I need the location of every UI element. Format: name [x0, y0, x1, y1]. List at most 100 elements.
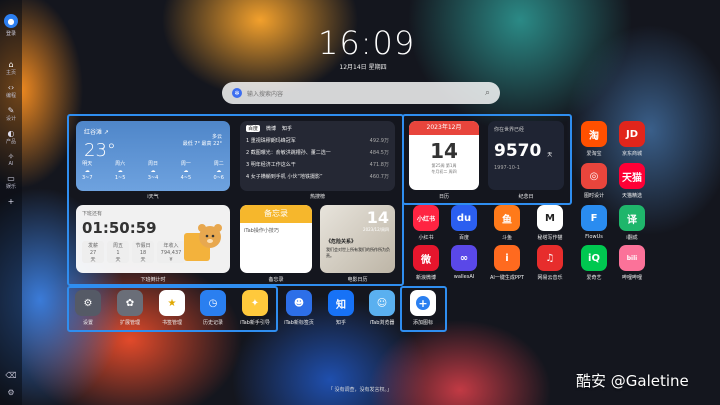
sidebar-item-label: 产品 [5, 139, 16, 145]
movie-calendar-widget[interactable]: 14 2023/12/周四 《危险关系》 我们会对世上所有我们的所作所为负责。 [320, 205, 395, 273]
search-icon[interactable]: ⌕ [485, 88, 490, 98]
app-taobao[interactable]: 淘爱淘宝 [575, 121, 613, 157]
app-add[interactable]: + 添加图标 [404, 290, 442, 326]
hot-item[interactable]: 1 重视珠穆朗玛峰冠军 492.9万 [246, 135, 389, 147]
app-star[interactable]: ★ 书签管理 [153, 290, 191, 326]
bear-mascot-icon [184, 224, 222, 261]
app-xiaohongshu[interactable]: 小红书 小红书 [407, 205, 445, 241]
app-tushi[interactable]: ◎ 图时设计 [575, 163, 613, 199]
app-itab-browser[interactable]: ☺ iTab浏览器 [363, 290, 401, 326]
add-category-button[interactable]: + [6, 196, 16, 206]
app-netease[interactable]: ♫ 网易云音乐 [531, 245, 569, 281]
tab-baidu[interactable]: 百度 [246, 125, 261, 132]
app-ppt[interactable]: i AI一键生成PPT [488, 245, 526, 281]
movie-day: 14 [366, 208, 389, 227]
fanyi-icon: 译 [619, 205, 645, 231]
search-bar[interactable]: ✻ 输入搜索内容 ⌕ [222, 82, 500, 104]
zhihu-icon: 知 [328, 290, 354, 316]
app-itab[interactable]: ☻ iTab新标签页 [280, 290, 318, 326]
search-engine-icon[interactable]: ✻ [232, 88, 242, 98]
movie-title: 《危险关系》 [326, 239, 357, 245]
sidebar-item-design[interactable]: ✎ 设计 [5, 105, 16, 123]
bilibili-icon: bili [619, 245, 645, 271]
weather-widget[interactable]: 红谷滩 ↗ 23° 多云 最低 7° 最高 22° 明天 ☁ 3~7 周六 ☁ 1~5 … [76, 121, 230, 191]
gear-icon: ⚙ [75, 290, 101, 316]
app-iqiyi[interactable]: iQ 爱奇艺 [575, 245, 613, 281]
app-label: 扩展管理 [119, 320, 140, 326]
hot-item[interactable]: 4 女子横躺到手机 小伙“地铁摄影” 460.7万 [246, 171, 389, 183]
app-label: wallesAI [453, 274, 475, 280]
forecast-day: 周六 ☁ 1~5 [114, 161, 126, 181]
ppt-icon: i [494, 245, 520, 271]
tushi-icon: ◎ [581, 163, 607, 189]
sidebar-item-product[interactable]: ◐ 产品 [5, 128, 16, 146]
clock-icon: ◷ [200, 290, 226, 316]
app-jd[interactable]: JD 京东商城 [613, 121, 651, 157]
calendar-label: 日历 [438, 194, 449, 200]
avatar[interactable]: ● [4, 14, 18, 28]
memo-body: iTab操作小技巧 [244, 228, 279, 234]
app-label: 历史记录 [202, 320, 223, 326]
app-label: 图时设计 [583, 193, 604, 199]
hot-item[interactable]: 3 明年经济工作这么干 471.8万 [246, 159, 389, 171]
tmall-icon: 天猫 [619, 163, 645, 189]
sidebar-item-entertainment[interactable]: ▭ 娱乐 [6, 173, 16, 191]
timer-cell: 节假日 18 天 [132, 241, 154, 263]
hot-search-widget[interactable]: 百度 微博 知乎 1 重视珠穆朗玛峰冠军 492.9万 2 截图曝光：俞敏洪跳槽孙… [240, 121, 395, 191]
search-input[interactable]: 输入搜索内容 [247, 89, 485, 98]
app-zhihu[interactable]: 知知乎 [322, 290, 360, 326]
app-label: 书签管理 [161, 320, 182, 326]
anniversary-widget[interactable]: 你在世界已经 9570 天 1997-10-1 [488, 121, 564, 190]
app-fanyi[interactable]: 译 i翻成 [613, 205, 651, 241]
app-label: 京东商城 [621, 151, 642, 157]
flowus-icon: F [581, 205, 607, 231]
trash-icon[interactable]: ⌫ [5, 371, 16, 380]
app-label: iTab浏览器 [369, 320, 395, 326]
watermark: 酷安 @Galetine [576, 372, 689, 390]
entertainment-icon: ▭ [7, 173, 15, 183]
timer-cell: 发薪 27 天 [82, 241, 104, 263]
sidebar-item-home[interactable]: ⌂ 主页 [5, 59, 16, 77]
timer-cell: 周五 1 天 [107, 241, 129, 263]
app-flowus[interactable]: F FlowUs [575, 205, 613, 240]
timer-title: 下班还有 [82, 211, 103, 217]
itab-browser-icon: ☺ [369, 290, 395, 316]
app-label: 哔哩哔哩 [621, 275, 642, 281]
app-puzzle[interactable]: ✿ 扩展管理 [111, 290, 149, 326]
plus-icon: + [7, 196, 15, 206]
calendar-day: 14 [430, 139, 458, 163]
sidebar-item-label: 设计 [5, 116, 16, 122]
anniversary-days: 9570 天 [494, 141, 553, 161]
app-weibo[interactable]: 微新浪微博 [407, 245, 445, 281]
app-mita[interactable]: M 秘塔写作猫 [531, 205, 569, 241]
clock-date: 12月14日 星期四 [339, 64, 387, 71]
app-label: iTab新标签页 [284, 320, 314, 326]
app-baidu[interactable]: du 百度 [445, 205, 483, 241]
calendar-widget[interactable]: 2023年12月 14 第25周 第1周 冬月初二 周四 [409, 121, 479, 190]
hot-item[interactable]: 2 截图曝光：俞敏洪跳槽孙、董二选一 484.5万 [246, 147, 389, 159]
tab-weibo[interactable]: 微博 [266, 125, 276, 132]
sidebar-item-ai[interactable]: ✧ AI [6, 151, 16, 168]
login-link[interactable]: 登录 [6, 30, 16, 37]
memo-widget[interactable]: 备忘录 iTab操作小技巧 [240, 205, 312, 273]
forecast-day: 明天 ☁ 3~7 [82, 161, 93, 181]
offwork-countdown-widget[interactable]: 下班还有 01:50:59 发薪 27 天 周五 1 天 节假日 18 天 年收入 794,4… [76, 205, 230, 273]
app-tmall[interactable]: 天猫 天猫精选 [613, 163, 651, 199]
app-walles[interactable]: ∞ wallesAI [445, 245, 483, 280]
app-clock[interactable]: ◷ 历史记录 [194, 290, 232, 326]
app-douyu[interactable]: 鱼斗鱼 [488, 205, 526, 241]
sidebar-item-label: 主页 [5, 70, 16, 76]
memo-header: 备忘录 [240, 205, 312, 223]
baidu-icon: du [451, 205, 477, 231]
app-bilibili[interactable]: bili 哔哩哔哩 [613, 245, 651, 281]
tab-zhihu[interactable]: 知乎 [282, 125, 292, 132]
app-label: 设置 [82, 320, 93, 326]
app-bulb[interactable]: ✦ iTab新手引导 [236, 290, 274, 326]
app-label: 新浪微博 [415, 275, 436, 281]
app-gear[interactable]: ⚙ 设置 [69, 290, 107, 326]
forecast-day: 周二 ☁ 0~6 [213, 161, 224, 181]
walles-icon: ∞ [451, 245, 477, 271]
sidebar-item-code[interactable]: ‹› 编程 [6, 82, 16, 100]
mita-icon: M [537, 205, 563, 231]
weather-range: 最低 7° 最高 22° [182, 141, 222, 147]
